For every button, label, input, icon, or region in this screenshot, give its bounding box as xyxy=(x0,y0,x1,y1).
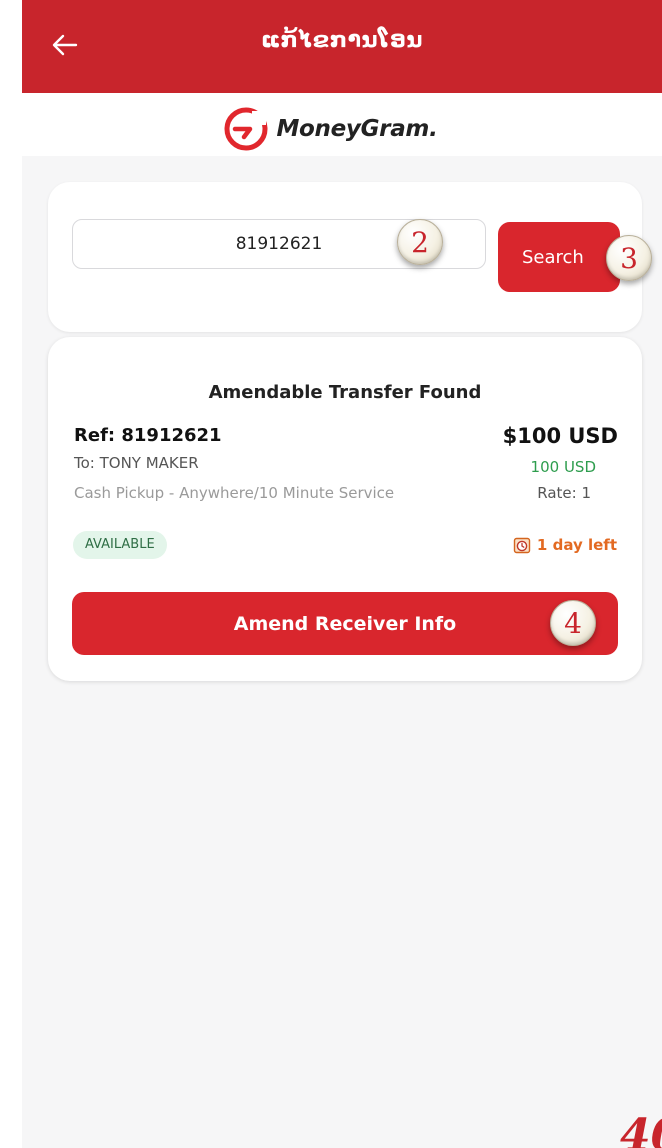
send-amount: $100 USD xyxy=(502,424,618,448)
time-left: 1 day left xyxy=(513,536,617,554)
alarm-clock-icon xyxy=(513,537,531,554)
exchange-rate: Rate: 1 xyxy=(537,484,591,502)
amend-receiver-info-button[interactable]: Amend Receiver Info xyxy=(72,592,618,655)
reference-number: Ref: 81912621 xyxy=(74,425,222,446)
receiver-name: To: TONY MAKER xyxy=(74,454,199,472)
step-marker-4: 4 xyxy=(550,600,596,646)
delivery-method: Cash Pickup - Anywhere/10 Minute Service xyxy=(74,484,395,502)
brand-name: MoneyGram. xyxy=(276,116,438,142)
app-header: ແກ້ໄຂການໂອນ xyxy=(22,0,662,93)
status-badge: AVAILABLE xyxy=(73,531,167,559)
page-title: ແກ້ໄຂການໂອນ xyxy=(261,28,423,53)
receive-amount: 100 USD xyxy=(530,458,596,476)
step-marker-2: 2 xyxy=(397,219,443,265)
step-marker-3: 3 xyxy=(606,235,652,281)
brand-bar: MoneyGram. xyxy=(0,103,662,155)
page-corner-number: 40 xyxy=(620,1110,662,1148)
time-left-label: 1 day left xyxy=(536,536,617,554)
moneygram-logo-icon xyxy=(224,107,268,151)
result-heading: Amendable Transfer Found xyxy=(208,382,482,403)
search-button[interactable]: Search xyxy=(498,222,620,292)
